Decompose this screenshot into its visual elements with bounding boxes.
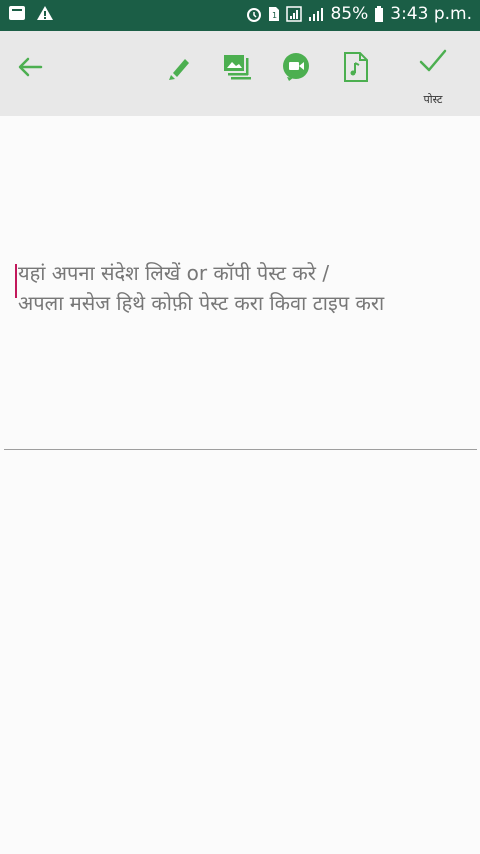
placeholder-line-2: अपला मसेज हिथे कोफ़ी पेस्ट करा किवा टाइप…: [18, 291, 385, 315]
battery-icon: [374, 6, 384, 22]
sim-icon: 1: [268, 6, 280, 22]
message-icon: [8, 5, 26, 21]
alarm-icon: [246, 6, 262, 22]
audio-file-icon: [342, 51, 370, 87]
battery-percent: 85%: [330, 4, 369, 24]
clock: 3:43 p.m.: [390, 4, 472, 24]
highlighter-icon: [163, 53, 191, 85]
highlighter-button[interactable]: [157, 49, 197, 89]
video-chat-icon: [280, 51, 312, 87]
gallery-icon: [222, 53, 252, 85]
message-placeholder[interactable]: यहां अपना संदेश लिखें or कॉपी पेस्ट करे …: [18, 258, 473, 318]
back-button[interactable]: [10, 49, 50, 89]
status-bar-right: 1 85% 3:43 p.m.: [246, 4, 472, 24]
svg-text:1: 1: [272, 11, 277, 20]
editor-divider: [4, 449, 477, 450]
audio-file-button[interactable]: [336, 49, 376, 89]
status-bar-left: [8, 5, 54, 21]
gallery-button[interactable]: [217, 49, 257, 89]
signal-icon: [308, 6, 324, 22]
video-chat-button[interactable]: [276, 49, 316, 89]
post-button[interactable]: [413, 43, 453, 83]
signal-box-icon: [286, 6, 303, 22]
check-icon: [418, 47, 448, 79]
toolbar: पोस्ट: [0, 31, 480, 116]
text-cursor: [15, 264, 17, 298]
status-bar: 1 85% 3:43 p.m.: [0, 0, 480, 31]
back-arrow-icon: [17, 56, 43, 82]
post-label: पोस्ट: [423, 93, 443, 106]
message-editor[interactable]: यहां अपना संदेश लिखें or कॉपी पेस्ट करे …: [0, 116, 480, 854]
placeholder-line-1: यहां अपना संदेश लिखें or कॉपी पेस्ट करे …: [18, 261, 330, 285]
warning-icon: [36, 5, 54, 21]
